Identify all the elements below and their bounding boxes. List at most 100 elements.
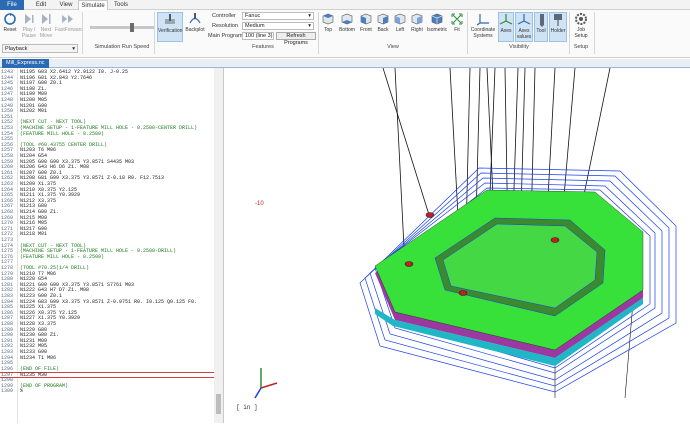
holder-button[interactable]: Holder	[549, 12, 567, 42]
code-text: %	[20, 388, 24, 395]
reset-label: Reset	[3, 27, 17, 33]
coordinate-systems-button[interactable]: Coordinate Systems	[469, 12, 497, 39]
main-program-value: 100 (line 3)	[245, 33, 273, 39]
cube-back-icon	[377, 13, 389, 25]
run-speed-slider[interactable]	[90, 23, 154, 32]
divider	[467, 12, 468, 54]
view-bottom-button[interactable]: Bottom	[337, 12, 357, 33]
simulation-scene: -10	[254, 67, 677, 399]
view-top-button[interactable]: Top	[320, 12, 336, 33]
verification-button[interactable]: Verification	[157, 12, 183, 42]
view-bottom-label: Bottom	[339, 27, 355, 33]
next-move-icon	[42, 14, 51, 24]
unit-label: [ in ]	[236, 404, 258, 411]
tab-view[interactable]: View	[54, 0, 78, 10]
next-move-button[interactable]: Next Move	[38, 12, 54, 39]
tool-label: Tool	[536, 28, 546, 34]
gear-icon	[575, 13, 587, 25]
view-left-button[interactable]: Left	[392, 12, 408, 33]
controller-value: Fanuc	[245, 13, 261, 19]
tab-file[interactable]: File	[0, 0, 24, 10]
playback-dropdown[interactable]: Playback ▾	[2, 44, 78, 53]
play-pause-label: Play / Pause	[21, 27, 37, 39]
view-group-label: View	[387, 44, 399, 50]
features-group-label: Features	[252, 44, 274, 50]
divider	[82, 12, 83, 54]
cube-left-icon	[394, 13, 406, 25]
backplot-icon	[189, 13, 201, 24]
axes-button[interactable]: Axes	[498, 12, 514, 42]
view-isometric-button[interactable]: Isometric	[426, 12, 448, 33]
axes-values-button[interactable]: Axes values	[515, 12, 533, 42]
play-icon	[25, 14, 34, 24]
simulation-viewport[interactable]: -10	[225, 67, 690, 423]
code-line[interactable]: 1300%	[0, 389, 214, 395]
editor-scroll-thumb[interactable]	[216, 394, 221, 414]
coordinate-systems-label: Coordinate Systems	[470, 27, 496, 39]
next-move-label: Next Move	[39, 27, 53, 39]
holder-icon	[554, 14, 562, 26]
view-right-button[interactable]: Right	[409, 12, 425, 33]
line-number: 1300	[1, 388, 14, 395]
axes-icon	[499, 14, 513, 25]
view-back-label: Back	[377, 27, 389, 33]
controller-select[interactable]: Fanuc ▾	[242, 12, 314, 20]
view-back-button[interactable]: Back	[375, 12, 391, 33]
coordinate-systems-icon	[476, 14, 489, 26]
cube-isometric-icon	[431, 13, 443, 25]
tool-button[interactable]: Tool	[534, 12, 548, 42]
backplot-label: Backplot	[185, 27, 205, 33]
axes-values-icon	[517, 14, 531, 25]
cube-bottom-icon	[341, 13, 353, 25]
cube-top-icon	[322, 13, 334, 25]
divider	[154, 12, 155, 54]
tab-tools[interactable]: Tools	[108, 0, 134, 10]
play-pause-button[interactable]: Play / Pause	[20, 12, 38, 39]
controller-label: Controller	[212, 13, 236, 19]
verification-label: Verification	[158, 28, 183, 34]
view-front-label: Front	[360, 27, 372, 33]
axis-value-label: -10	[255, 201, 264, 207]
code-editor[interactable]: 1243 N1195 G03 X2.6412 Y2.9122 I0. J-0.25…	[0, 68, 224, 423]
visibility-group-label: Visibility	[509, 44, 529, 50]
view-top-label: Top	[323, 27, 333, 33]
chevron-down-icon: ▾	[308, 13, 311, 19]
job-setup-button[interactable]: Job Setup	[572, 12, 590, 39]
fastforward-label: FastForward	[55, 27, 84, 33]
ribbon: Reset Play / Pause Next Move FastForward…	[0, 10, 690, 58]
chevron-down-icon: ▾	[72, 46, 75, 52]
verification-icon	[165, 14, 175, 24]
editor-scrollbar[interactable]	[214, 68, 223, 423]
cube-front-icon	[360, 13, 372, 25]
view-fit-button[interactable]: Fit	[449, 12, 465, 33]
resolution-value: Medium	[245, 23, 265, 29]
axis-triad	[254, 368, 278, 399]
fastforward-icon	[62, 15, 73, 23]
reset-icon	[4, 13, 16, 25]
axes-label: Axes	[500, 28, 512, 34]
run-speed-group-label: Simulation Run Speed	[94, 44, 150, 50]
main-program-label: Main Program	[208, 33, 243, 39]
tool-icon	[540, 14, 544, 27]
fastforward-button[interactable]: FastForward	[55, 12, 84, 33]
document-tab[interactable]: Mill_Express.nc	[2, 59, 49, 68]
cube-right-icon	[411, 13, 423, 25]
chevron-down-icon: ▾	[308, 23, 311, 29]
view-front-button[interactable]: Front	[358, 12, 374, 33]
resolution-label: Resolution	[212, 23, 238, 29]
job-setup-label: Job Setup	[574, 27, 588, 39]
view-fit-label: Fit	[454, 27, 460, 33]
setup-group-label: Setup	[573, 44, 589, 50]
reset-button[interactable]: Reset	[2, 12, 18, 33]
run-speed-thumb[interactable]	[130, 23, 134, 32]
refresh-programs-button[interactable]: Refresh Programs	[276, 32, 316, 46]
divider	[594, 12, 595, 54]
menu-tab-bar: File Edit View Simulate Tools	[0, 0, 690, 11]
backplot-button[interactable]: Backplot	[184, 12, 206, 33]
axes-values-label: Axes values	[516, 28, 532, 40]
tab-edit[interactable]: Edit	[28, 0, 54, 10]
main-program-select[interactable]: 100 (line 3)	[242, 32, 274, 40]
playback-group-label: Playback	[5, 46, 28, 52]
holder-label: Holder	[550, 28, 566, 34]
resolution-select[interactable]: Medium ▾	[242, 22, 314, 30]
